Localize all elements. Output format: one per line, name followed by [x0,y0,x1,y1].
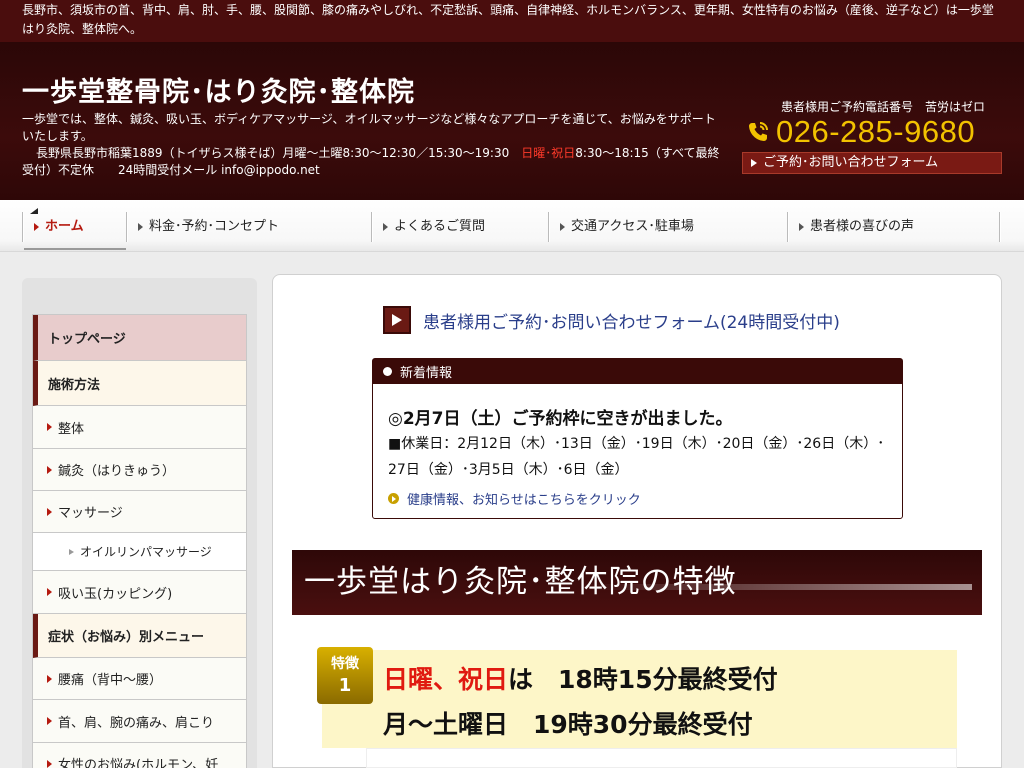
sidebar-category-treatments: 施術方法 [33,361,246,406]
arrow-right-icon [47,465,52,474]
nav-item-label: ホーム [45,219,84,234]
sidebar-category-label: 症状（お悩み）別メニュー [48,630,205,645]
global-nav: ホーム 料金･予約･コンセプト よくあるご質問 交通アクセス･駐車場 患者様の喜… [0,200,1024,252]
nav-divider [371,212,373,242]
nav-item-label: 患者様の喜びの声 [810,219,915,234]
sidebar-item-womens-health[interactable]: 女性のお悩み(ホルモン、妊 [33,743,246,768]
sidebar-item-label: マッサージ [58,506,123,521]
play-icon [383,306,411,334]
news-header: 新着情報 [373,359,902,384]
arrow-right-icon [799,223,804,231]
address-text-1: 長野県長野市稲葉1889（トイザらス様そば）月曜～土曜8:30～12:30／15… [36,146,522,160]
arrow-right-icon [34,223,39,231]
arrow-right-icon [47,759,52,768]
phone-icon [749,122,768,141]
contact-form-label: ご予約･お問い合わせフォーム [763,155,939,170]
sidebar-subitem-oil-lymph[interactable]: オイルリンパマッサージ [33,533,246,571]
badge-label: 特徴 [331,656,359,672]
sidebar-item-label: 鍼灸（はりきゅう） [58,464,176,479]
news-heading: 新着情報 [400,366,453,381]
news-title: ◎2月7日（土）ご予約枠に空きが出ました。 [388,409,733,429]
top-seo-text: 長野市、須坂市の首、背中、肩、肘、手、腰、股関節、膝の痛みやしびれ、不定愁訴、頭… [22,3,994,36]
features-heading: 一歩堂はり灸院･整体院の特徴 [304,564,737,600]
arrow-right-icon [47,507,52,516]
sidebar-item-label: 整体 [58,421,85,437]
sidebar-item-cupping[interactable]: 吸い玉(カッピング) [33,571,246,614]
holiday-label: 日曜･祝日 [521,146,576,160]
sidebar-item-label: オイルリンパマッサージ [80,545,212,559]
arrow-right-icon [383,223,388,231]
arrow-right-icon [47,717,52,725]
sidebar-item-neck-shoulder[interactable]: 首、肩、腕の痛み、肩こり [33,700,246,743]
sidebar-item-massage[interactable]: マッサージ [33,491,246,533]
nav-divider [22,212,24,242]
arrow-right-icon [47,674,52,683]
nav-item-home[interactable]: ホーム [26,212,126,242]
nav-item-pricing[interactable]: 料金･予約･コンセプト [130,212,370,242]
decorative-stripe [582,584,972,590]
address-hours: 長野県長野市稲葉1889（トイザらス様そば）月曜～土曜8:30～12:30／15… [22,145,727,179]
nav-active-marker [30,208,38,214]
feature-1-line-2: 月～土曜日 19時30分最終受付 [383,710,753,739]
sidebar-item-seitai[interactable]: 整体 [33,406,246,449]
tel-caption: 患者様用ご予約電話番号 苦労はゼロ [781,100,986,114]
sidebar-item-top-page[interactable]: トップページ [33,315,246,361]
nav-divider [999,212,1001,242]
nav-item-label: よくあるご質問 [394,219,486,234]
phone-number-text: 026-285-9680 [776,114,976,149]
feature-1-badge: 特徴 1 [317,647,373,704]
nav-divider [787,212,789,242]
nav-active-underline [24,248,126,250]
reservation-form-link[interactable]: 患者様用ご予約･お問い合わせフォーム(24時間受付中) [383,306,840,334]
site-header: 一歩堂整骨院･はり灸院･整体院 一歩堂では、整体、鍼灸、吸い玉、ボディケアマッサ… [0,42,1024,200]
badge-number: 1 [338,675,352,696]
arrow-right-icon [751,159,757,167]
top-seo-bar: 長野市、須坂市の首、背中、肩、肘、手、腰、股関節、膝の痛みやしびれ、不定愁訴、頭… [0,0,1024,42]
sidebar-item-back-pain[interactable]: 腰痛（背中～腰） [33,658,246,700]
nav-item-faq[interactable]: よくあるご質問 [375,212,547,242]
features-heading-banner: 一歩堂はり灸院･整体院の特徴 [292,550,982,615]
nav-item-access[interactable]: 交通アクセス･駐車場 [552,212,786,242]
nav-item-label: 料金･予約･コンセプト [149,219,280,234]
reservation-form-link-text: 患者様用ご予約･お問い合わせフォーム(24時間受付中) [423,312,840,333]
feature-1-line-1-text: は 18時15分最終受付 [508,665,778,694]
news-body: ■休業日：2月12日（木）･13日（金）･19日（木）･20日（金）･26日（木… [388,436,885,478]
sidebar-menu: トップページ 施術方法 整体 鍼灸（はりきゅう） マッサージ オイルリンパマッサ… [32,314,247,768]
sidebar-item-label: 首、肩、腕の痛み、肩こり [58,715,215,731]
contact-form-button[interactable]: ご予約･お問い合わせフォーム [742,152,1002,174]
bullet-icon [383,367,392,376]
feature-1-line-1: 日曜、祝日は 18時15分最終受付 [383,660,778,696]
feature-1-detail [366,748,957,768]
sidebar-item-label: トップページ [48,332,126,347]
nav-item-testimonials[interactable]: 患者様の喜びの声 [791,212,999,242]
sidebar-category-symptoms: 症状（お悩み）別メニュー [33,614,246,658]
site-description: 一歩堂では、整体、鍼灸、吸い玉、ボディケアマッサージ、オイルマッサージなど様々な… [22,112,716,143]
site-title[interactable]: 一歩堂整骨院･はり灸院･整体院 [22,70,415,109]
news-more-link[interactable]: 健康情報、お知らせはこちらをクリック [388,489,641,508]
nav-divider [126,212,128,242]
sidebar-item-label: 吸い玉(カッピング) [58,586,173,602]
sidebar-item-label: 女性のお悩み(ホルモン、妊 [58,758,219,768]
phone-number[interactable]: 026-285-9680 [746,114,975,150]
news-box: 新着情報 ◎2月7日（土）ご予約枠に空きが出ました。 ■休業日：2月12日（木）… [372,358,903,519]
sidebar-item-acupuncture[interactable]: 鍼灸（はりきゅう） [33,449,246,491]
sidebar-category-label: 施術方法 [48,377,101,393]
arrow-right-icon [47,423,52,431]
arrow-right-icon [47,588,52,596]
arrow-right-icon [560,223,565,231]
nav-item-label: 交通アクセス･駐車場 [571,219,694,234]
arrow-right-icon [138,223,143,231]
news-more-link-text: 健康情報、お知らせはこちらをクリック [407,493,641,508]
nav-divider [548,212,550,242]
sidebar-item-label: 腰痛（背中～腰） [58,673,163,688]
circle-arrow-icon [388,493,399,504]
arrow-right-icon [69,548,74,555]
feature-1-highlight: 日曜、祝日 [383,665,509,694]
